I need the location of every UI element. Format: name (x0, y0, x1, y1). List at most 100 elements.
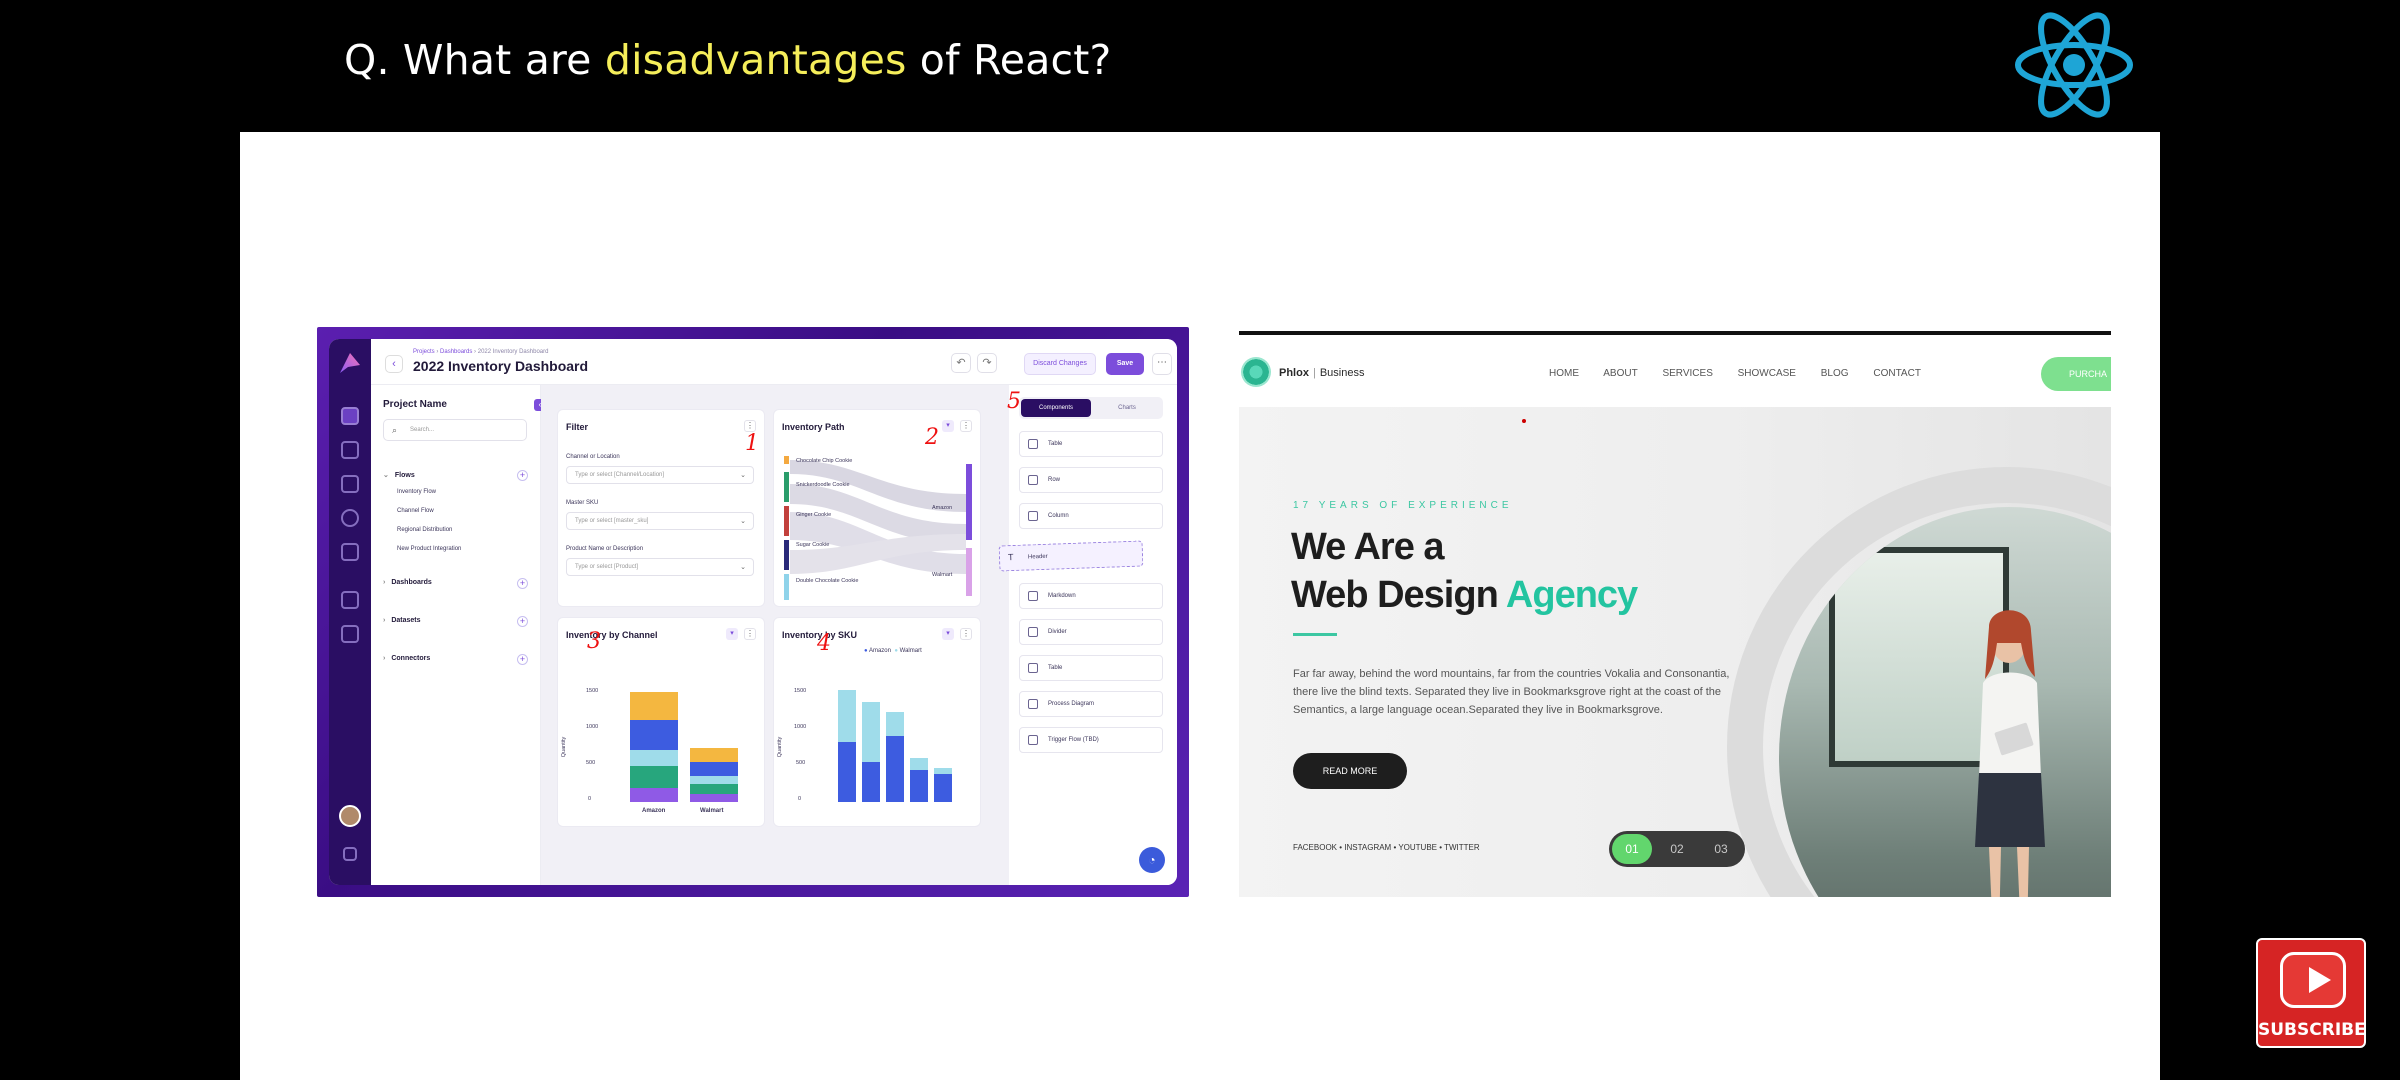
hero-paragraph: Far far away, behind the word mountains,… (1293, 668, 1730, 716)
cube-icon[interactable] (341, 475, 359, 493)
kebab-menu-icon[interactable]: ⋮ (744, 628, 756, 640)
kebab-menu-icon[interactable]: ⋮ (960, 628, 972, 640)
component-trigger-flow[interactable]: Trigger Flow (TBD) (1019, 727, 1163, 753)
search-input[interactable]: ⌕ Search... (383, 419, 527, 441)
nav-about[interactable]: ABOUT (1603, 368, 1637, 379)
nav-showcase[interactable]: SHOWCASE (1738, 368, 1796, 379)
filter-icon[interactable]: ▾ (942, 628, 954, 640)
nav-blog[interactable]: BLOG (1821, 368, 1849, 379)
component-label: Table (1048, 441, 1063, 447)
more-button[interactable]: ⋯ (1152, 353, 1172, 375)
project-name-title: Project Name (383, 399, 447, 410)
component-header-dragging[interactable]: T Header (998, 540, 1144, 572)
undo-icon[interactable]: ↶ (951, 353, 971, 373)
kebab-menu-icon[interactable]: ⋮ (744, 420, 756, 432)
add-connector-button[interactable]: + (517, 654, 528, 665)
subscribe-button[interactable]: SUBSCRIBE (2256, 938, 2366, 1048)
legend-dot-icon: ● (864, 648, 868, 654)
add-flow-button[interactable]: + (517, 470, 528, 481)
expand-icon[interactable] (341, 625, 359, 643)
cart-icon[interactable] (341, 543, 359, 561)
component-label: Process Diagram (1048, 701, 1095, 707)
social-links[interactable]: FACEBOOK • INSTAGRAM • YOUTUBE • TWITTER (1293, 843, 1480, 852)
save-button[interactable]: Save (1106, 353, 1144, 375)
channel-select[interactable]: Type or select [Channel/Location] ⌄ (566, 466, 754, 484)
component-table-2[interactable]: Table (1019, 655, 1163, 681)
nav-contact[interactable]: CONTACT (1873, 368, 1921, 379)
component-row[interactable]: Row (1019, 467, 1163, 493)
slide-pager: 01 02 03 (1609, 831, 1745, 867)
bar-segment (690, 794, 738, 802)
section-datasets-label: Datasets (391, 617, 421, 624)
purchase-button[interactable]: PURCHA (2041, 357, 2111, 391)
component-markdown[interactable]: Markdown (1019, 583, 1163, 609)
path-source-label: Sugar Cookie (796, 542, 830, 548)
avatar[interactable] (339, 805, 361, 827)
pager-01[interactable]: 01 (1612, 834, 1652, 864)
component-process-diagram[interactable]: Process Diagram (1019, 691, 1163, 717)
filter-icon[interactable]: ▾ (942, 420, 954, 432)
read-more-button[interactable]: READ MORE (1293, 753, 1407, 789)
subscribe-label: SUBSCRIBE (2258, 1020, 2366, 1040)
bar-segment (630, 720, 678, 750)
headline-line-2: Web Design (1291, 574, 1506, 616)
database-icon[interactable] (341, 441, 359, 459)
breadcrumb-dashboards[interactable]: Dashboards (440, 349, 472, 355)
dashboard-canvas: Filter ⋮ Channel or Location Type or sel… (541, 385, 1009, 885)
section-datasets[interactable]: › Datasets (383, 617, 421, 624)
component-column[interactable]: Column (1019, 503, 1163, 529)
support-chat-icon[interactable]: ◔ (1139, 847, 1165, 873)
chevron-right-icon: › (383, 617, 386, 624)
flow-item[interactable]: Regional Distribution (397, 527, 452, 533)
tab-charts[interactable]: Charts (1093, 399, 1161, 417)
discard-changes-button[interactable]: Discard Changes (1024, 353, 1096, 375)
dashboard-title: 2022 Inventory Dashboard (413, 358, 589, 374)
flow-item[interactable]: Channel Flow (397, 508, 434, 514)
share-icon[interactable] (341, 509, 359, 527)
component-label: Column (1048, 513, 1069, 519)
slide-title: Q. What are disadvantages of React? (344, 36, 1112, 84)
redo-icon[interactable]: ↷ (977, 353, 997, 373)
hero-photo (1779, 507, 2111, 897)
back-chevron-icon[interactable]: ‹ (385, 355, 403, 373)
inventory-by-channel-card: Inventory by Channel ▾ ⋮ 1500 1000 500 0… (557, 617, 765, 827)
components-panel: Components Charts Table Row Column T Head… (998, 385, 1177, 885)
path-source-label: Ginger Cookie (796, 512, 832, 518)
y-axis-label: Quantity (777, 736, 784, 758)
breadcrumb-projects[interactable]: Projects (413, 349, 435, 355)
flow-item[interactable]: Inventory Flow (397, 489, 436, 495)
component-label: Header (1027, 553, 1048, 561)
project-sidepanel: Project Name ‹ ⌕ Search... ⌄ Flows + Inven… (371, 385, 546, 885)
component-divider[interactable]: Divider (1019, 619, 1163, 645)
y-tick: 1000 (794, 724, 807, 730)
row-icon (1028, 475, 1038, 485)
y-tick: 1500 (794, 688, 807, 694)
logout-icon[interactable] (343, 847, 357, 861)
section-dashboards-label: Dashboards (391, 579, 432, 586)
component-table[interactable]: Table (1019, 431, 1163, 457)
nav-home[interactable]: HOME (1549, 368, 1579, 379)
flow-item[interactable]: New Product Integration (397, 546, 461, 552)
chat-icon[interactable] (341, 591, 359, 609)
agency-screenshot: Phlox | Business HOME ABOUT SERVICES SHOWC… (1239, 331, 2111, 897)
home-icon[interactable] (341, 407, 359, 425)
section-connectors[interactable]: › Connectors (383, 655, 430, 662)
pager-03[interactable]: 03 (1701, 834, 1741, 864)
filter-icon[interactable]: ▾ (726, 628, 738, 640)
nav-rail (329, 339, 371, 885)
bar-segment (690, 784, 738, 794)
legend-dot-icon: ● (894, 648, 898, 654)
product-select[interactable]: Type or select [Product] ⌄ (566, 558, 754, 576)
section-flows[interactable]: ⌄ Flows (383, 471, 415, 479)
y-tick: 1000 (586, 724, 599, 730)
kebab-menu-icon[interactable]: ⋮ (960, 420, 972, 432)
tab-components[interactable]: Components (1021, 399, 1091, 417)
add-dashboard-button[interactable]: + (517, 578, 528, 589)
add-dataset-button[interactable]: + (517, 616, 528, 627)
master-sku-select[interactable]: Type or select [master_sku] ⌄ (566, 512, 754, 530)
divider-icon (1028, 627, 1038, 637)
accent-divider (1293, 633, 1337, 636)
pager-02[interactable]: 02 (1657, 834, 1697, 864)
section-dashboards[interactable]: › Dashboards (383, 579, 432, 586)
nav-services[interactable]: SERVICES (1662, 368, 1712, 379)
